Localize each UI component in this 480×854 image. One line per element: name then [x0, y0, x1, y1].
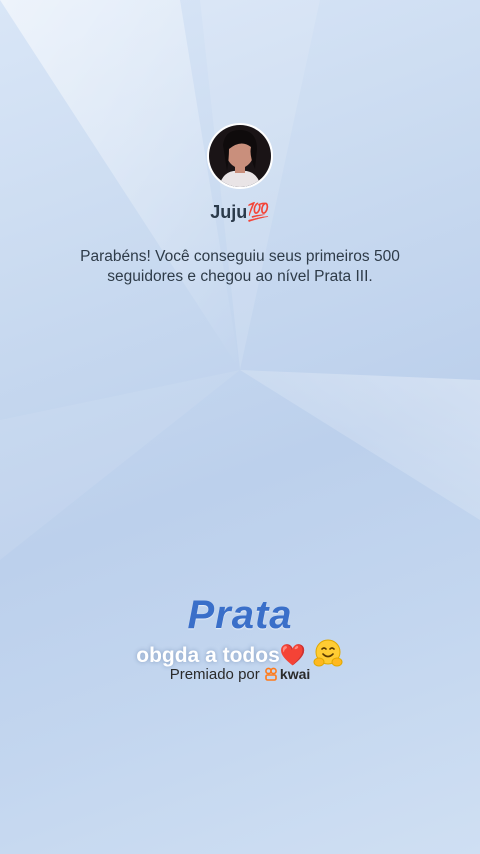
kwai-brand-text: kwai [279, 666, 311, 682]
award-footer: Premiado por kwai [0, 666, 480, 683]
heart-icon: ❤️ [279, 644, 306, 667]
rank-title: Prata [187, 593, 293, 637]
username: Juju💯 [210, 202, 270, 222]
achievement-message: Parabéns! Você conseguiu seus primeiros … [80, 248, 400, 285]
profile-photo-icon [209, 125, 271, 187]
kwai-logo-icon [265, 667, 277, 681]
caption-text: obgda a todos [136, 644, 280, 667]
awarded-by-label: Premiado por [169, 666, 260, 683]
avatar [207, 123, 273, 189]
kwai-logo: kwai [264, 666, 310, 682]
